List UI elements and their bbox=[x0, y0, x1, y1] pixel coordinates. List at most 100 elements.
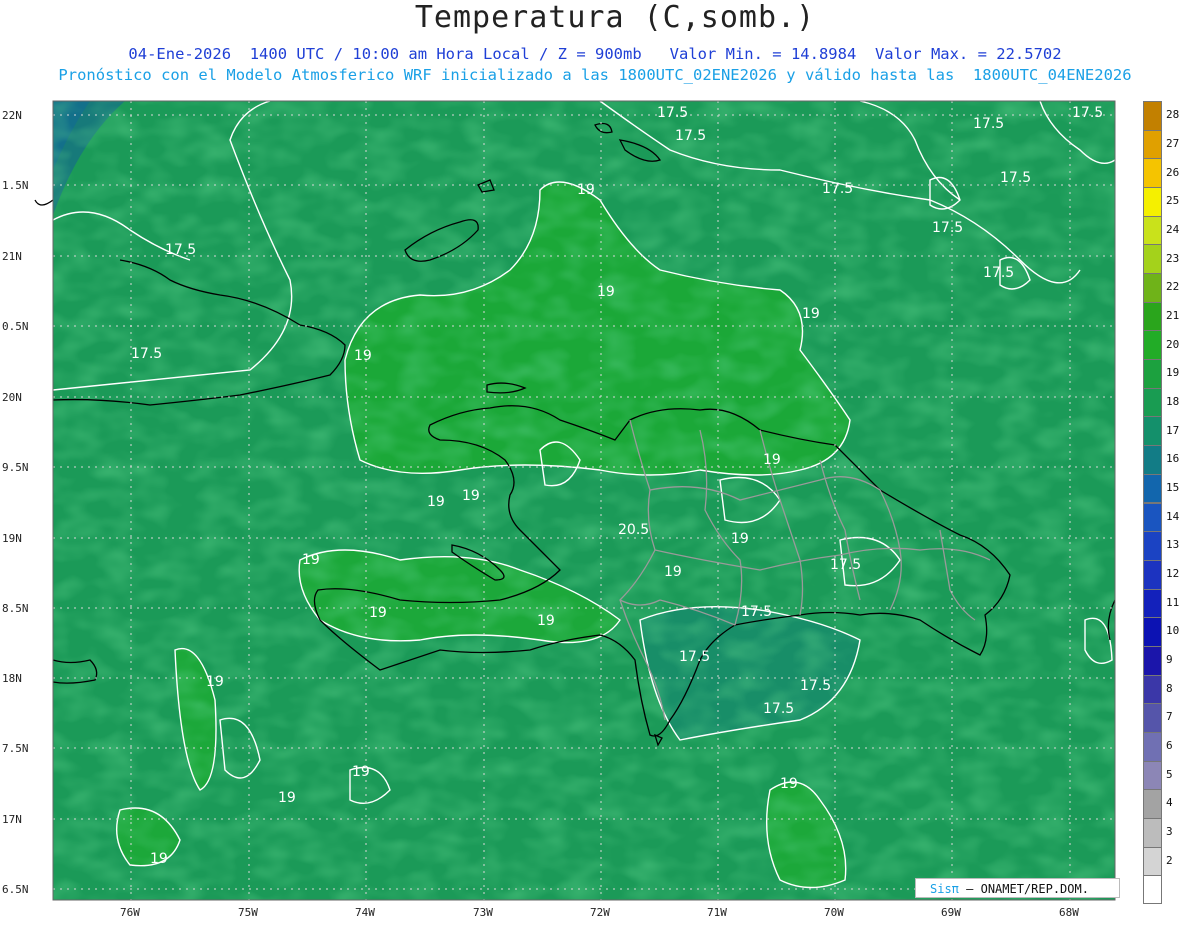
contour-label: 19 bbox=[206, 674, 224, 690]
colorbar-label: 20 bbox=[1166, 337, 1180, 351]
colorbar-swatch bbox=[1143, 502, 1162, 533]
colorbar-label: 26 bbox=[1166, 165, 1180, 179]
contour-label: 19 bbox=[763, 452, 781, 468]
colorbar-swatch bbox=[1143, 817, 1162, 848]
contour-label-extra: 17.5 bbox=[763, 701, 794, 717]
colorbar-label: 2 bbox=[1166, 853, 1173, 867]
lon-label: 69W bbox=[941, 906, 961, 919]
sispi-logo-text: Sisπ bbox=[930, 882, 959, 896]
colorbar-label: 5 bbox=[1166, 767, 1173, 781]
colorbar-swatch bbox=[1143, 273, 1162, 303]
colorbar-swatch bbox=[1143, 760, 1162, 791]
colorbar-label: 6 bbox=[1166, 739, 1173, 753]
credit-box: Sisπ – ONAMET/REP.DOM. bbox=[915, 878, 1120, 898]
contour-label: 19 bbox=[537, 613, 555, 629]
contour-label: 19 bbox=[354, 348, 372, 364]
contour-label: 19 bbox=[278, 790, 296, 806]
lon-label: 73W bbox=[473, 906, 493, 919]
colorbar-swatch bbox=[1143, 731, 1162, 762]
colorbar-swatch bbox=[1143, 387, 1162, 418]
colorbar-swatch bbox=[1143, 559, 1162, 590]
colorbar-label: 22 bbox=[1166, 280, 1180, 294]
contour-label: 17.5 bbox=[165, 242, 196, 258]
contour-label-extra: 19 bbox=[780, 776, 798, 792]
colorbar-label: 18 bbox=[1166, 394, 1180, 408]
lat-label: 6.5N bbox=[2, 883, 29, 896]
lon-label: 70W bbox=[824, 906, 844, 919]
contour-label-extra: 17.5 bbox=[800, 678, 831, 694]
contour-label: 17.5 bbox=[822, 181, 853, 197]
colorbar-swatch bbox=[1143, 158, 1162, 189]
contour-label: 19 bbox=[352, 764, 370, 780]
lat-label: 18N bbox=[2, 672, 22, 685]
colorbar-label: 21 bbox=[1166, 308, 1180, 322]
lon-label: 76W bbox=[120, 906, 140, 919]
contour-label: 19 bbox=[597, 284, 615, 300]
colorbar-swatch bbox=[1143, 416, 1162, 447]
contour-label: 19 bbox=[664, 564, 682, 580]
colorbar-label: 8 bbox=[1166, 681, 1173, 695]
colorbar-swatch bbox=[1143, 330, 1162, 361]
colorbar-swatch bbox=[1143, 789, 1162, 819]
lat-label: 17N bbox=[2, 813, 22, 826]
contour-label: 17.5 bbox=[932, 220, 963, 236]
lat-label: 8.5N bbox=[2, 602, 29, 615]
temperature-map: 17.5 17.5 17.5 17.5 17.5 17.5 17.5 17.5 … bbox=[34, 100, 1116, 901]
colorbar-swatch bbox=[1143, 645, 1162, 676]
lat-label: 1.5N bbox=[2, 179, 29, 192]
contour-label: 17.5 bbox=[983, 265, 1014, 281]
lon-label: 74W bbox=[355, 906, 375, 919]
colorbar-label: 13 bbox=[1166, 538, 1180, 552]
colorbar-label: 15 bbox=[1166, 480, 1180, 494]
contour-label: 17.5 bbox=[657, 105, 688, 121]
credit-text: – ONAMET/REP.DOM. bbox=[966, 882, 1089, 896]
lon-label: 71W bbox=[707, 906, 727, 919]
contour-label: 19 bbox=[577, 182, 595, 198]
lat-label: 0.5N bbox=[2, 320, 29, 333]
contour-label: 17.5 bbox=[741, 604, 772, 620]
colorbar-swatch bbox=[1143, 129, 1162, 160]
colorbar-label: 4 bbox=[1166, 796, 1173, 810]
contour-label: 20.5 bbox=[618, 522, 649, 538]
colorbar-label: 3 bbox=[1166, 825, 1173, 839]
contour-label: 17.5 bbox=[1072, 105, 1103, 121]
colorbar-swatch bbox=[1143, 359, 1162, 389]
contour-label: 19 bbox=[427, 494, 445, 510]
contour-label: 17.5 bbox=[1000, 170, 1031, 186]
colorbar-label: 11 bbox=[1166, 595, 1180, 609]
colorbar-label: 7 bbox=[1166, 710, 1173, 724]
lat-label: 20N bbox=[2, 391, 22, 404]
colorbar-label: 17 bbox=[1166, 423, 1180, 437]
contour-label: 19 bbox=[462, 488, 480, 504]
colorbar-label: 10 bbox=[1166, 624, 1180, 638]
colorbar-swatch bbox=[1143, 445, 1162, 475]
colorbar-label: 23 bbox=[1166, 251, 1180, 265]
colorbar-label: 16 bbox=[1166, 452, 1180, 466]
lat-label: 9.5N bbox=[2, 461, 29, 474]
lon-label: 75W bbox=[238, 906, 258, 919]
lat-label: 22N bbox=[2, 109, 22, 122]
contour-label: 17.5 bbox=[131, 346, 162, 362]
lon-label: 68W bbox=[1059, 906, 1079, 919]
lat-label: 21N bbox=[2, 250, 22, 263]
lat-label: 19N bbox=[2, 532, 22, 545]
lon-label: 72W bbox=[590, 906, 610, 919]
contour-label-extra: 19 bbox=[150, 851, 168, 867]
contour-label-extra: 17.5 bbox=[679, 649, 710, 665]
colorbar-label: 24 bbox=[1166, 222, 1180, 236]
colorbar-swatch bbox=[1143, 473, 1162, 504]
colorbar-swatch bbox=[1143, 674, 1162, 705]
contour-label: 19 bbox=[802, 306, 820, 322]
colorbar-label: 12 bbox=[1166, 567, 1180, 581]
colorbar-label: 14 bbox=[1166, 509, 1180, 523]
contour-label: 19 bbox=[369, 605, 387, 621]
contour-label: 17.5 bbox=[973, 116, 1004, 132]
contour-label: 19 bbox=[302, 552, 320, 568]
contour-label: 17.5 bbox=[675, 128, 706, 144]
colorbar-swatch bbox=[1143, 301, 1162, 332]
colorbar-swatch bbox=[1143, 703, 1162, 733]
colorbar-label: 19 bbox=[1166, 366, 1180, 380]
colorbar-swatch bbox=[1143, 531, 1162, 561]
colorbar-label: 25 bbox=[1166, 194, 1180, 208]
colorbar-swatch bbox=[1143, 244, 1162, 275]
